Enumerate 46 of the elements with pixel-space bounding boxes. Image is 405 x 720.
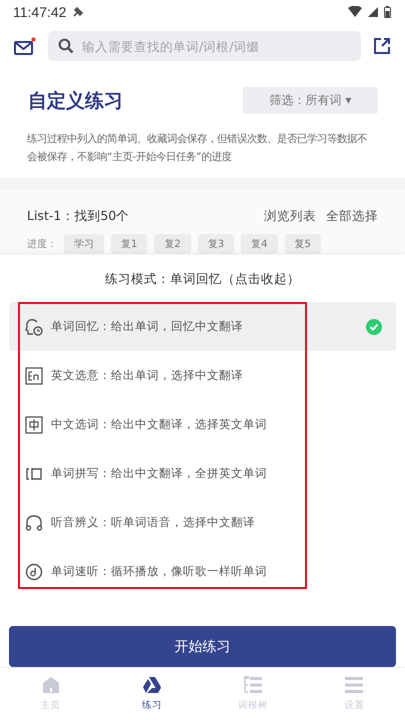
home-icon (40, 676, 61, 694)
mail-icon[interactable] (14, 37, 36, 56)
page-title: 自定义练习 (28, 88, 123, 114)
mode-label: 中文选词：给出中文翻译，选择英文单词 (51, 417, 267, 432)
progress-chip[interactable]: 复4 (241, 234, 278, 254)
progress-chip[interactable]: 复3 (198, 234, 234, 254)
share-icon[interactable] (373, 37, 391, 56)
sheet-title[interactable]: 练习模式：单词回忆（点击收起） (0, 255, 405, 302)
search-icon (58, 38, 74, 54)
list-title: List-1：找到50个 (27, 208, 130, 225)
disc-icon (25, 562, 43, 580)
status-time: 11:47:42 (13, 4, 66, 20)
tree-list-icon (243, 676, 264, 694)
progress-chip[interactable]: 复2 (154, 234, 191, 254)
headphones-icon (25, 514, 43, 532)
filter-dropdown[interactable]: 筛选：所有词 ▾ (243, 87, 378, 114)
mode-option[interactable]: 单词速听：循环播放，像听歌一样听单词 (9, 547, 396, 596)
english-icon (25, 366, 43, 384)
mode-label: 单词拼写：给出中文翻译，全拼英文单词 (51, 466, 267, 481)
progress-chip[interactable]: 学习 (64, 234, 104, 254)
mode-label: 英文选意：给出单词，选择中文翻译 (51, 368, 243, 383)
signal-icon (368, 6, 378, 17)
mode-label: 单词速听：循环播放，像听歌一样听单词 (51, 564, 267, 579)
mode-option[interactable]: 中文选词：给出中文翻译，选择英文单词 (9, 400, 396, 449)
wifi-icon (348, 6, 362, 18)
nav-tab[interactable]: 练习 (101, 676, 202, 712)
triangle-logo-icon (142, 676, 162, 694)
head-clock-icon (25, 318, 43, 336)
battery-icon (384, 6, 391, 18)
chinese-char-icon (25, 416, 43, 434)
search-field[interactable]: 输入需要查找的单词/词根/词缀 (48, 31, 361, 62)
progress-chip[interactable]: 复1 (111, 234, 148, 254)
progress-chip[interactable]: 复5 (284, 234, 321, 254)
mode-option[interactable]: 单词拼写：给出中文翻译，全拼英文单词 (9, 449, 396, 498)
mode-option[interactable]: 英文选意：给出单词，选择中文翻译 (9, 351, 396, 400)
mode-label: 听音辨义：听单词语音，选择中文翻译 (51, 515, 255, 530)
check-icon (366, 318, 382, 334)
description-text: 练习过程中列入的简单词、收藏词会保存，但错误次数、是否已学习等数据不会被保存，不影响“主页-开始今日任务”的进度 (27, 132, 368, 166)
list-action-link[interactable]: 浏览列表 (264, 208, 316, 225)
list-action-link[interactable]: 全部选择 (326, 208, 378, 225)
mode-option[interactable]: 听音辨义：听单词语音，选择中文翻译 (9, 498, 396, 547)
mode-label: 单词回忆：给出单词，回忆中文翻译 (51, 319, 243, 334)
list-icon (344, 676, 364, 694)
start-button[interactable]: 开始练习 (9, 626, 396, 667)
progress-label: 进度： (27, 238, 57, 251)
mode-option[interactable]: 单词回忆：给出单词，回忆中文翻译 (9, 302, 396, 351)
